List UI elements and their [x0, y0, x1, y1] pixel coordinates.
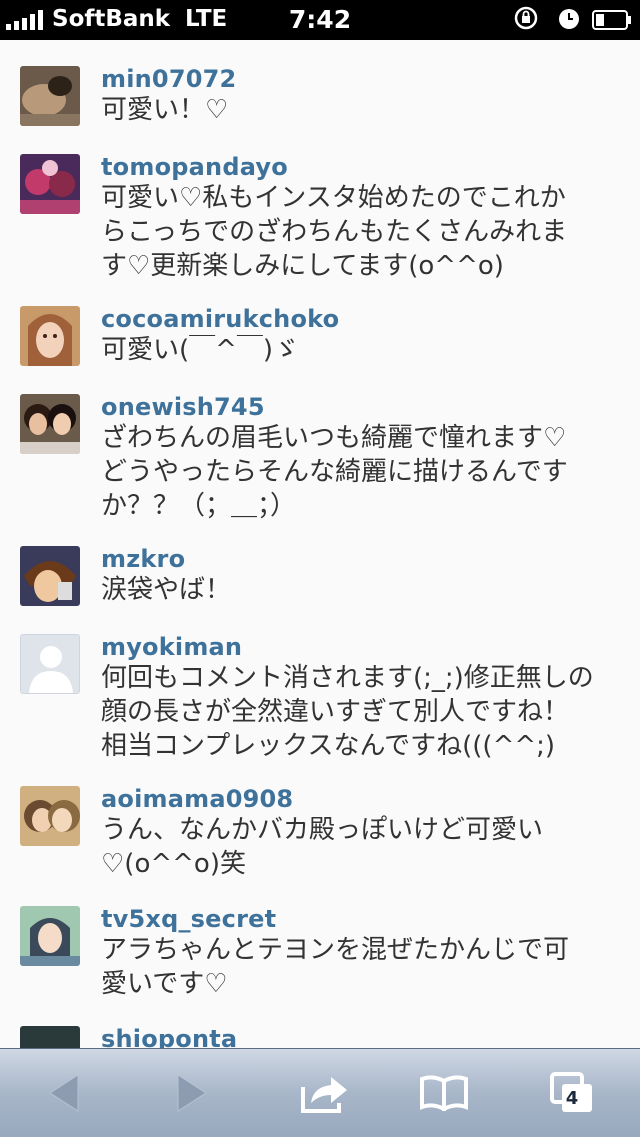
photo-pair-icon[interactable] — [20, 394, 80, 454]
back-button[interactable] — [14, 1049, 114, 1137]
comment-username[interactable]: onewish745 — [101, 393, 265, 421]
comment-text: 可愛い(￣^￣)ゞ — [101, 335, 300, 365]
comment-username[interactable]: myokiman — [101, 633, 242, 661]
photo-cat-icon[interactable] — [20, 66, 80, 126]
default-user-icon[interactable] — [20, 634, 80, 694]
browser-toolbar — [0, 1048, 640, 1137]
photo-face-icon[interactable] — [20, 306, 80, 366]
bookmarks-button[interactable] — [394, 1049, 494, 1137]
share-button[interactable] — [274, 1049, 374, 1137]
comment-text: 何回もコメント消されます(;_;)修正無しの 顔の長さが全然違いすぎて別人ですね… — [101, 663, 594, 761]
comment-username[interactable]: tv5xq_secret — [101, 905, 276, 933]
comment-text: アラちゃんとテヨンを混ぜたかんじで可 愛いです♡ — [101, 935, 570, 999]
battery-icon — [592, 10, 631, 30]
comment-username[interactable]: tomopandayo — [101, 153, 288, 181]
photo-girl-icon[interactable] — [20, 906, 80, 966]
comments-list[interactable]: min07072 可愛い！♡ tomopandayo 可愛い♡私もインスタ始めた… — [0, 40, 640, 1048]
rotation-lock-icon — [514, 6, 538, 30]
photo-closeup-icon[interactable] — [20, 786, 80, 846]
comment-text: うん、なんかバカ殿っぽいけど可愛い ♡(o^^o)笑 — [101, 815, 544, 879]
comment-username[interactable]: aoimama0908 — [101, 785, 293, 813]
comment-text: 涙袋やば！ — [101, 575, 232, 605]
comment-text: ざわちんの眉毛いつも綺麗で憧れます♡ どうやったらそんな綺麗に描けるんです か？… — [101, 423, 568, 521]
bookmarks-book-icon — [420, 1075, 468, 1111]
comment-text: 可愛い♡私もインスタ始めたのでこれか らこっちでのざわちんもたくさんみれま す♡… — [101, 183, 568, 281]
comment-username[interactable]: mzkro — [101, 545, 185, 573]
forward-arrow-icon — [177, 1074, 207, 1112]
photo-anime-icon[interactable] — [20, 546, 80, 606]
back-arrow-icon — [49, 1074, 79, 1112]
comment-username[interactable]: cocoamirukchoko — [101, 305, 339, 333]
photo-dark-icon[interactable] — [20, 1026, 80, 1048]
status-time: 7:42 — [288, 5, 352, 34]
comment-username[interactable]: shiopon­ta — [101, 1025, 237, 1048]
comment-text: 可愛い！♡ — [101, 95, 229, 125]
forward-button[interactable] — [142, 1049, 242, 1137]
share-icon — [301, 1077, 347, 1113]
photo-group-icon[interactable] — [20, 154, 80, 214]
comment-username[interactable]: min07072 — [101, 65, 236, 93]
alarm-clock-icon — [559, 9, 579, 29]
tabs-count-badge[interactable]: 4 — [559, 1087, 585, 1111]
status-bar: SoftBank LTE 7:42 — [0, 0, 640, 40]
